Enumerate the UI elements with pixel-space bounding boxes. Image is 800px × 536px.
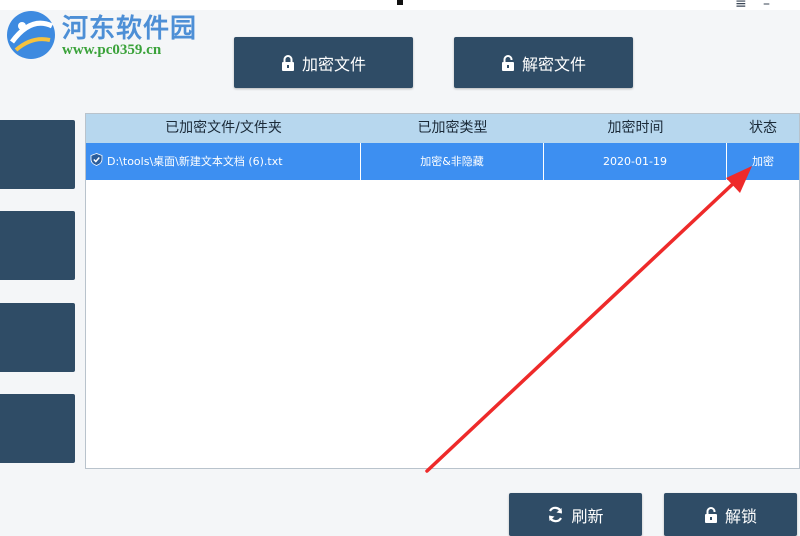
column-header-status[interactable]: 状态 [727, 114, 799, 143]
cell-path: D:\tools\桌面\新建文本文档 (6).txt [86, 143, 361, 180]
sidebar-item-4[interactable] [0, 394, 75, 463]
refresh-label: 刷新 [571, 506, 604, 526]
unlock-icon [501, 54, 515, 71]
minimize-icon[interactable]: – [763, 0, 770, 12]
encrypt-file-label: 加密文件 [301, 54, 366, 74]
table-header: 已加密文件/文件夹 已加密类型 加密时间 状态 [86, 114, 799, 143]
unlock-label: 解锁 [724, 506, 757, 526]
sidebar-item-1[interactable] [0, 120, 75, 189]
column-header-path[interactable]: 已加密文件/文件夹 [86, 114, 361, 143]
unlock-button[interactable]: 解锁 [664, 493, 797, 536]
refresh-button[interactable]: 刷新 [509, 493, 642, 536]
sidebar-item-3[interactable] [0, 303, 75, 372]
file-path: D:\tools\桌面\新建文本文档 (6).txt [107, 155, 283, 168]
column-header-time[interactable]: 加密时间 [544, 114, 727, 143]
menu-icon[interactable]: ≡ [735, 0, 747, 12]
decrypt-file-label: 解密文件 [521, 54, 586, 74]
check-icon[interactable] [90, 144, 103, 181]
cell-status: 加密 [752, 155, 774, 168]
watermark-url: www.pc0359.cn [62, 42, 162, 58]
decrypt-file-button[interactable]: 解密文件 [454, 37, 633, 88]
watermark-logo-icon [7, 11, 55, 59]
table-row[interactable]: D:\tools\桌面\新建文本文档 (6).txt 加密&非隐藏 2020-0… [86, 143, 799, 180]
cell-time: 2020-01-19 [544, 143, 727, 180]
unlock-icon [704, 506, 718, 523]
encrypt-file-button[interactable]: 加密文件 [234, 37, 413, 88]
column-header-type[interactable]: 已加密类型 [361, 114, 544, 143]
watermark-title: 河东软件园 [62, 14, 198, 44]
watermark: 河东软件园 www.pc0359.cn [0, 0, 210, 68]
sidebar-item-2[interactable] [0, 211, 75, 280]
cell-type: 加密&非隐藏 [361, 143, 544, 180]
refresh-icon [547, 506, 564, 523]
encrypted-file-table: 已加密文件/文件夹 已加密类型 加密时间 状态 D:\tools\桌面\新建文本… [85, 113, 800, 469]
lock-icon [281, 54, 295, 71]
title-marker [397, 0, 403, 5]
